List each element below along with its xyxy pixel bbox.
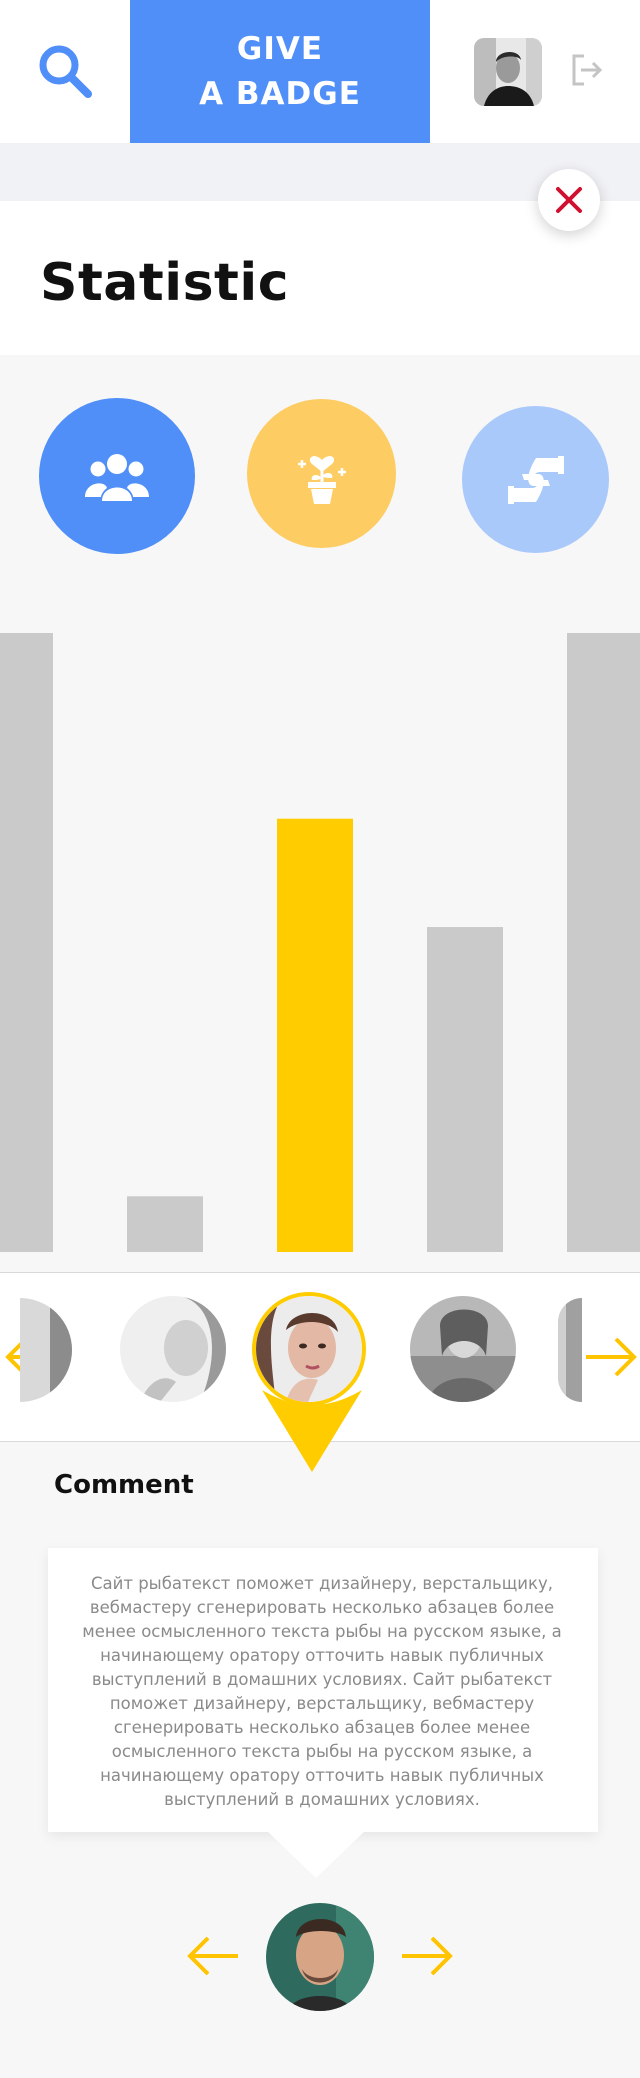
chart-bar-4[interactable] xyxy=(427,927,503,1252)
chart-bar-5[interactable] xyxy=(567,633,640,1252)
comment-label: Comment xyxy=(54,1470,194,1500)
statistic-bar-chart xyxy=(0,600,640,1252)
team-icon xyxy=(85,454,149,501)
person-photo xyxy=(558,1298,582,1402)
arrow-right-icon xyxy=(586,1337,637,1377)
give-badge-line-1: GIVE xyxy=(236,30,324,67)
author-photo xyxy=(266,1903,374,2011)
helping-hand-icon xyxy=(507,455,564,504)
logout-icon xyxy=(572,54,603,86)
category-growth-button[interactable] xyxy=(247,399,396,548)
chart-bar-2[interactable] xyxy=(127,1196,203,1252)
carousel-person-4[interactable] xyxy=(558,1298,582,1402)
comment-author-avatar[interactable] xyxy=(266,1903,374,2011)
search-icon xyxy=(39,45,92,98)
chart-bar-3[interactable] xyxy=(277,818,353,1252)
top-bar: GIVE A BADGE xyxy=(0,0,640,143)
give-badge-line-2: A BADGE xyxy=(199,75,361,112)
bar-chart-svg xyxy=(0,633,640,1252)
logout-button[interactable] xyxy=(568,52,604,88)
carousel-person-0[interactable] xyxy=(20,1298,72,1402)
user-avatar[interactable] xyxy=(474,38,542,106)
close-icon xyxy=(556,187,582,213)
carousel-next-button[interactable] xyxy=(584,1335,640,1384)
give-a-badge-button[interactable]: GIVE A BADGE xyxy=(130,0,430,143)
person-photo xyxy=(410,1296,516,1402)
carousel-person-3[interactable] xyxy=(410,1296,516,1402)
category-team-button[interactable] xyxy=(39,398,195,554)
person-photo xyxy=(120,1296,226,1402)
selected-person-pointer xyxy=(262,1390,362,1472)
carousel-person-1[interactable] xyxy=(120,1296,226,1402)
comment-card-tail xyxy=(266,1830,366,1878)
category-help-button[interactable] xyxy=(462,406,609,553)
author-prev-button[interactable] xyxy=(184,1934,240,1983)
arrow-right-icon xyxy=(402,1936,453,1976)
page-title: Statistic xyxy=(40,253,290,313)
chart-bar-1[interactable] xyxy=(0,633,53,1252)
search-button[interactable] xyxy=(36,42,94,100)
close-button[interactable] xyxy=(538,169,600,231)
arrow-left-icon xyxy=(187,1936,238,1976)
comment-text: Сайт рыбатекст поможет дизайнеру, верста… xyxy=(82,1574,562,1809)
plant-growth-icon xyxy=(297,455,346,504)
user-photo xyxy=(474,38,542,106)
person-photo xyxy=(20,1298,72,1402)
author-next-button[interactable] xyxy=(400,1934,456,1983)
